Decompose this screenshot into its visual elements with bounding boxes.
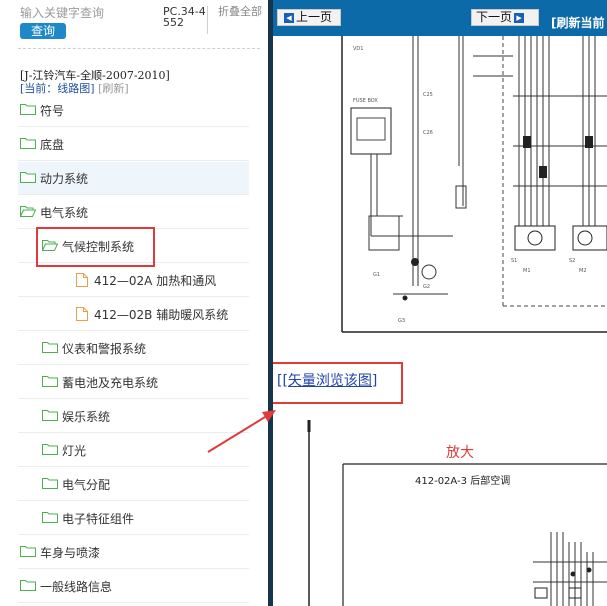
- tree-item-label: 底盘: [40, 138, 65, 152]
- pc-code: PC.34-4552: [163, 5, 206, 29]
- diagram-small-label: G2: [423, 284, 430, 290]
- diagram-small-label: M2: [579, 268, 587, 274]
- annotation-highlight-box: [273, 362, 403, 404]
- wiring-diagram-page-1[interactable]: VD1 FUSE BOX C25 C26 G1 G2 G3 S1 S2 M1 M…: [273, 36, 607, 346]
- tree-item-power-distribution[interactable]: 电气分配: [18, 468, 249, 501]
- tree-item-label: 蓄电池及充电系统: [62, 376, 159, 390]
- tree-item-label: 娱乐系统: [62, 410, 111, 424]
- tree-item-label: 灯光: [62, 444, 87, 458]
- tree-item-label: 车身与喷漆: [40, 546, 101, 560]
- tree-item-label: 412—02B 辅助暖风系统: [94, 308, 229, 322]
- folder-icon: [20, 104, 36, 115]
- tree-item-label: 一般线路信息: [40, 580, 113, 594]
- diagram-viewer: ◀ 上一页 下一页 ▶ [刷新当前 VD1 FUSE BOX C25 C26 G…: [273, 0, 607, 606]
- viewer-toolbar: ◀ 上一页 下一页 ▶ [刷新当前: [273, 0, 607, 36]
- zoom-annotation-label: 放大: [446, 445, 474, 461]
- arrow-right-icon: ▶: [514, 12, 525, 23]
- tree-item-chassis[interactable]: 底盘: [18, 128, 249, 161]
- diagram-small-label: FUSE BOX: [353, 98, 378, 104]
- document-icon: [76, 273, 88, 287]
- tree-item-label: 电气系统: [40, 206, 89, 220]
- prev-page-label: 上一页: [296, 10, 333, 24]
- folder-icon: [42, 512, 58, 523]
- header-divider: [18, 48, 260, 49]
- diagram-small-label: M1: [523, 268, 531, 274]
- tree-item-powertrain[interactable]: 动力系统: [18, 162, 249, 195]
- tree-item-label: 符号: [40, 104, 65, 118]
- diagram-small-label: VD1: [353, 46, 363, 52]
- folder-icon: [20, 580, 36, 591]
- collapse-all-link[interactable]: 折叠全部: [218, 6, 262, 17]
- folder-icon: [42, 342, 58, 353]
- tree-item-instruments[interactable]: 仪表和警报系统: [18, 332, 249, 365]
- folder-icon: [42, 478, 58, 489]
- tree-item-general-wiring[interactable]: 一般线路信息: [18, 570, 249, 603]
- tree-item-label: 412—02A 加热和通风: [94, 274, 217, 288]
- folder-icon: [42, 410, 58, 421]
- document-icon: [76, 307, 88, 321]
- refresh-current-link[interactable]: [刷新当前: [551, 14, 605, 31]
- folder-open-icon: [20, 206, 36, 217]
- prev-page-button[interactable]: ◀ 上一页: [277, 9, 341, 26]
- navigation-panel: 查询 PC.34-4552 折叠全部 [J-江铃汽车-全顺-2007-2010]…: [0, 0, 268, 606]
- header-separator: [207, 6, 208, 34]
- folder-icon: [42, 444, 58, 455]
- tree-item-symbols[interactable]: 符号: [18, 94, 249, 127]
- diagram-small-label: S2: [569, 258, 575, 264]
- folder-icon: [20, 172, 36, 183]
- folder-icon: [20, 546, 36, 557]
- diagram-small-label: G3: [398, 318, 405, 324]
- tree-item-label: 仪表和警报系统: [62, 342, 147, 356]
- annotation-arrow-icon: [207, 410, 276, 453]
- next-page-label: 下一页: [476, 10, 513, 24]
- diagram-small-label: S1: [511, 258, 517, 264]
- tree-item-heating-ventilation[interactable]: 412—02A 加热和通风: [18, 264, 249, 297]
- diagram-small-label: C25: [423, 92, 433, 98]
- tree-item-label: 电子特征组件: [62, 512, 135, 526]
- diagram-page-label: 412-02A-3 后部空调: [415, 474, 510, 487]
- arrow-left-icon: ◀: [284, 12, 294, 23]
- tree-item-auxiliary-heater[interactable]: 412—02B 辅助暖风系统: [18, 298, 249, 331]
- tree-item-electronic-features[interactable]: 电子特征组件: [18, 502, 249, 535]
- next-page-button[interactable]: 下一页 ▶: [471, 9, 539, 26]
- folder-icon: [20, 138, 36, 149]
- search-input[interactable]: [20, 6, 156, 20]
- wiring-diagram-page-2[interactable]: 412-02A-3 后部空调: [273, 412, 607, 606]
- tree-item-body-paint[interactable]: 车身与喷漆: [18, 536, 249, 569]
- query-button[interactable]: 查询: [20, 23, 66, 39]
- diagram-small-label: C26: [423, 130, 433, 136]
- tree-item-label: 动力系统: [40, 172, 89, 186]
- diagram-small-label: G1: [373, 272, 380, 278]
- tree-item-electrical[interactable]: 电气系统: [18, 196, 249, 229]
- tree-item-label: 电气分配: [62, 478, 111, 492]
- annotation-highlight-box: [36, 227, 155, 267]
- folder-icon: [42, 376, 58, 387]
